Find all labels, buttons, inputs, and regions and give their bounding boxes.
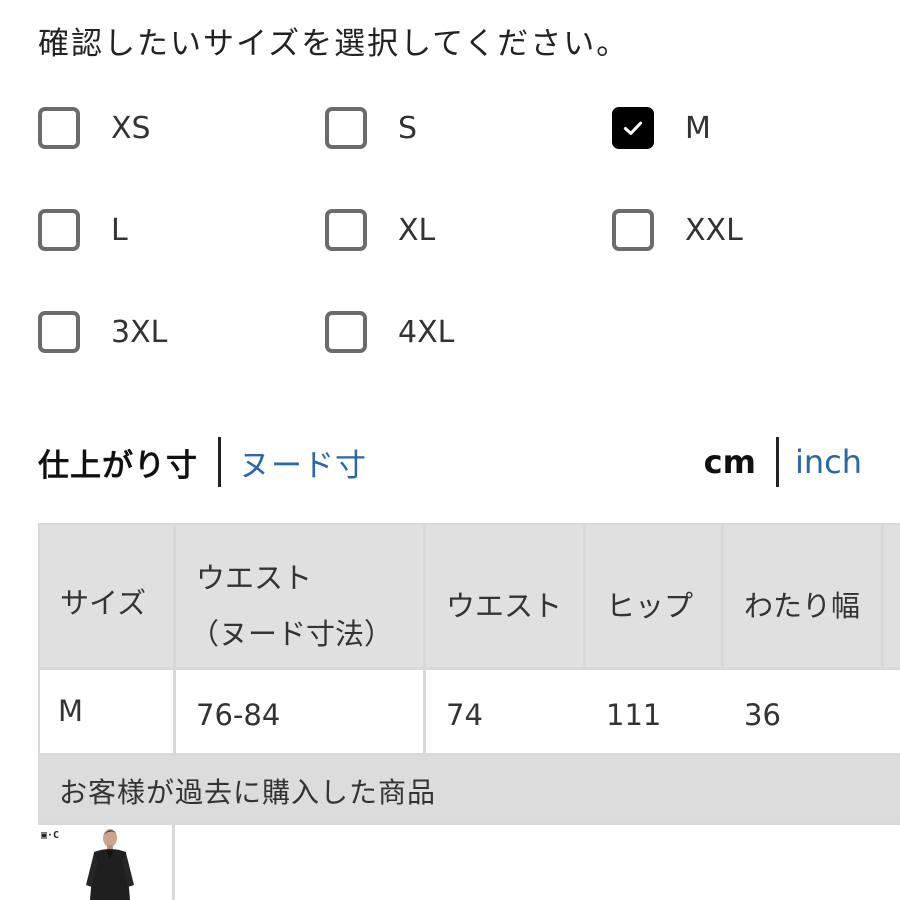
header-cell-hip: ヒップ xyxy=(586,525,721,667)
toggle-divider xyxy=(218,437,221,487)
size-label-l: L xyxy=(111,212,128,248)
purchased-items-bar: お客様が過去に購入した商品 xyxy=(38,755,900,823)
size-label-4xl: 4XL xyxy=(398,314,455,350)
size-label-s: S xyxy=(398,110,418,146)
unit-cm[interactable]: cm xyxy=(704,443,756,481)
size-option-l[interactable]: L xyxy=(38,206,128,254)
checkbox-4xl[interactable] xyxy=(325,311,367,353)
purchased-item-thumbnail[interactable]: ▣·C xyxy=(38,825,172,900)
header-waist-nude-line2: （ヌード寸法） xyxy=(190,617,394,651)
size-label-3xl: 3XL xyxy=(111,314,168,350)
header-cell-overflow xyxy=(884,525,900,667)
purchased-item-detail xyxy=(175,825,900,900)
header-hip: ヒップ xyxy=(606,589,694,623)
row-hip: 111 xyxy=(606,698,662,732)
row-size: M xyxy=(58,694,84,728)
row-cell-waist-nude: 76-84 xyxy=(176,670,423,753)
row-waist: 74 xyxy=(446,698,483,732)
unit-toggle: cm inch xyxy=(704,436,862,488)
size-option-xxl[interactable]: XXL xyxy=(612,206,743,254)
unit-inch-link[interactable]: inch xyxy=(795,443,862,481)
checkbox-xxl[interactable] xyxy=(612,209,654,251)
size-option-xs[interactable]: XS xyxy=(38,104,151,152)
header-waist: ウエスト xyxy=(446,589,563,623)
size-table: サイズ ウエスト （ヌード寸法） ウエスト ヒップ わたり幅 M 76-84 7… xyxy=(38,523,900,900)
size-option-3xl[interactable]: 3XL xyxy=(38,308,167,356)
checkbox-l[interactable] xyxy=(38,209,80,251)
header-cell-waist-nude: ウエスト （ヌード寸法） xyxy=(176,525,423,667)
header-waist-nude-line1: ウエスト xyxy=(196,561,313,595)
checkbox-3xl[interactable] xyxy=(38,311,80,353)
measurement-type-toggle: 仕上がり寸 ヌード寸 xyxy=(38,436,367,488)
checkbox-m[interactable] xyxy=(612,107,654,149)
header-cell-size: サイズ xyxy=(40,525,173,667)
size-label-xxl: XXL xyxy=(685,212,743,248)
size-option-s[interactable]: S xyxy=(325,104,417,152)
size-chart-page: 確認したいサイズを選択してください。 XS S M L XL XXL 3XL 4… xyxy=(0,0,900,900)
row-cell-rest: 74 111 36 xyxy=(426,670,900,753)
row-cell-size: M xyxy=(40,670,173,753)
tab-nude-size[interactable]: ヌード寸 xyxy=(239,440,367,485)
product-model-image xyxy=(86,829,134,900)
size-label-xl: XL xyxy=(398,212,436,248)
purchased-items-label: お客様が過去に購入した商品 xyxy=(59,776,437,809)
checkmark-icon xyxy=(623,121,643,135)
checkbox-xl[interactable] xyxy=(325,209,367,251)
size-option-4xl[interactable]: 4XL xyxy=(325,308,454,356)
size-option-xl[interactable]: XL xyxy=(325,206,435,254)
tab-finished-size[interactable]: 仕上がり寸 xyxy=(38,440,198,485)
row-thigh: 36 xyxy=(744,698,781,732)
checkbox-s[interactable] xyxy=(325,107,367,149)
size-option-m[interactable]: M xyxy=(612,104,711,152)
size-select-prompt: 確認したいサイズを選択してください。 xyxy=(38,26,630,62)
unit-divider xyxy=(775,437,779,487)
header-size: サイズ xyxy=(60,586,147,620)
row-waist-nude: 76-84 xyxy=(196,698,281,732)
size-label-xs: XS xyxy=(111,110,151,146)
header-cell-waist: ウエスト xyxy=(426,525,583,667)
header-thigh: わたり幅 xyxy=(744,589,861,623)
size-label-m: M xyxy=(685,110,711,146)
header-cell-thigh: わたり幅 xyxy=(724,525,881,667)
checkbox-xs[interactable] xyxy=(38,107,80,149)
